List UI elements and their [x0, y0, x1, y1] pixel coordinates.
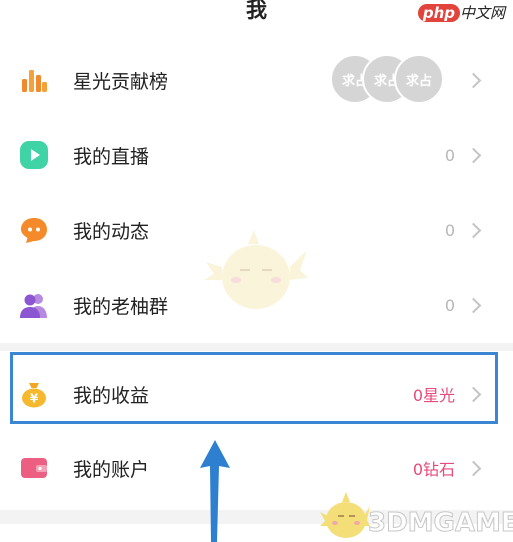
contributor-avatars: 求占 求占 求占 — [330, 54, 445, 104]
site-watermark-text: 3DMGAME — [368, 508, 513, 539]
menu-item-value: 0 — [444, 220, 455, 240]
menu-item-value: 0钻石 — [412, 460, 455, 479]
menu-item-my-live[interactable]: 我的直播 0 — [0, 125, 513, 185]
chevron-right-icon — [465, 147, 482, 163]
chevron-right-icon — [465, 460, 482, 476]
site-watermark: php 中文网 — [417, 2, 505, 23]
menu-item-label: 我的直播 — [73, 145, 150, 168]
menu-item-label: 我的老柚群 — [73, 295, 169, 318]
chevron-right-icon — [465, 222, 482, 238]
menu-item-value: 0 — [444, 295, 455, 315]
group-icon — [20, 291, 48, 319]
wallet-icon — [20, 454, 48, 482]
chevron-right-icon — [465, 297, 482, 313]
chat-bubble-icon — [20, 216, 48, 244]
menu-item-label: 我的动态 — [73, 220, 150, 243]
avatar-placeholder: 求占 — [394, 54, 444, 104]
highlight-box — [10, 352, 498, 424]
mascot-watermark — [320, 492, 370, 538]
menu-item-value: 0 — [444, 145, 455, 165]
menu-item-label: 星光贡献榜 — [73, 70, 169, 93]
mascot-watermark — [204, 230, 308, 309]
bar-chart-icon — [20, 66, 48, 94]
menu-item-my-account[interactable]: 我的账户 0钻石 — [0, 438, 513, 498]
section-divider — [0, 343, 513, 351]
pointer-arrow — [200, 440, 230, 542]
chevron-right-icon — [465, 72, 482, 88]
menu-item-label: 我的账户 — [73, 458, 150, 481]
play-icon — [20, 141, 48, 169]
